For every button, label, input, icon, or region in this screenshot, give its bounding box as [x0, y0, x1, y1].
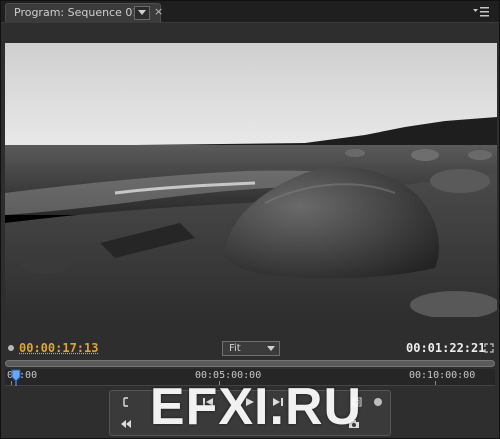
playhead-icon[interactable]	[11, 368, 21, 386]
program-video-frame[interactable]	[5, 43, 497, 317]
video-frame-image	[5, 43, 497, 317]
timecode-row: 00:00:17:13 Fit 00:01:22:21	[1, 337, 499, 359]
chevron-down-icon	[267, 346, 275, 351]
timeline-zoom-scrollbar[interactable]	[5, 360, 495, 367]
zoom-level-select[interactable]: Fit	[222, 341, 280, 356]
watermark-text: EFXI.RU	[149, 378, 363, 436]
tab-program-sequence[interactable]: Program: Sequence 01 ×	[5, 3, 163, 22]
current-timecode[interactable]: 00:00:17:13	[19, 341, 98, 355]
tab-title: Program: Sequence 01	[14, 6, 140, 19]
duration-timecode: 00:01:22:21	[406, 341, 486, 355]
sequence-dropdown-button[interactable]	[134, 6, 150, 20]
panel-tab-bar: Program: Sequence 01 ×	[1, 1, 499, 23]
chevron-down-icon	[138, 10, 146, 15]
program-monitor-panel: Program: Sequence 01 × 00:00:17:13 Fit 0…	[0, 0, 500, 439]
expand-icon[interactable]	[484, 343, 494, 353]
panel-menu-icon[interactable]	[473, 6, 489, 18]
close-tab-button[interactable]: ×	[154, 5, 163, 18]
marker-icon[interactable]	[8, 345, 14, 351]
ruler-label-10min: 00:10:00:00	[409, 370, 476, 381]
zoom-level-value: Fit	[229, 343, 241, 354]
